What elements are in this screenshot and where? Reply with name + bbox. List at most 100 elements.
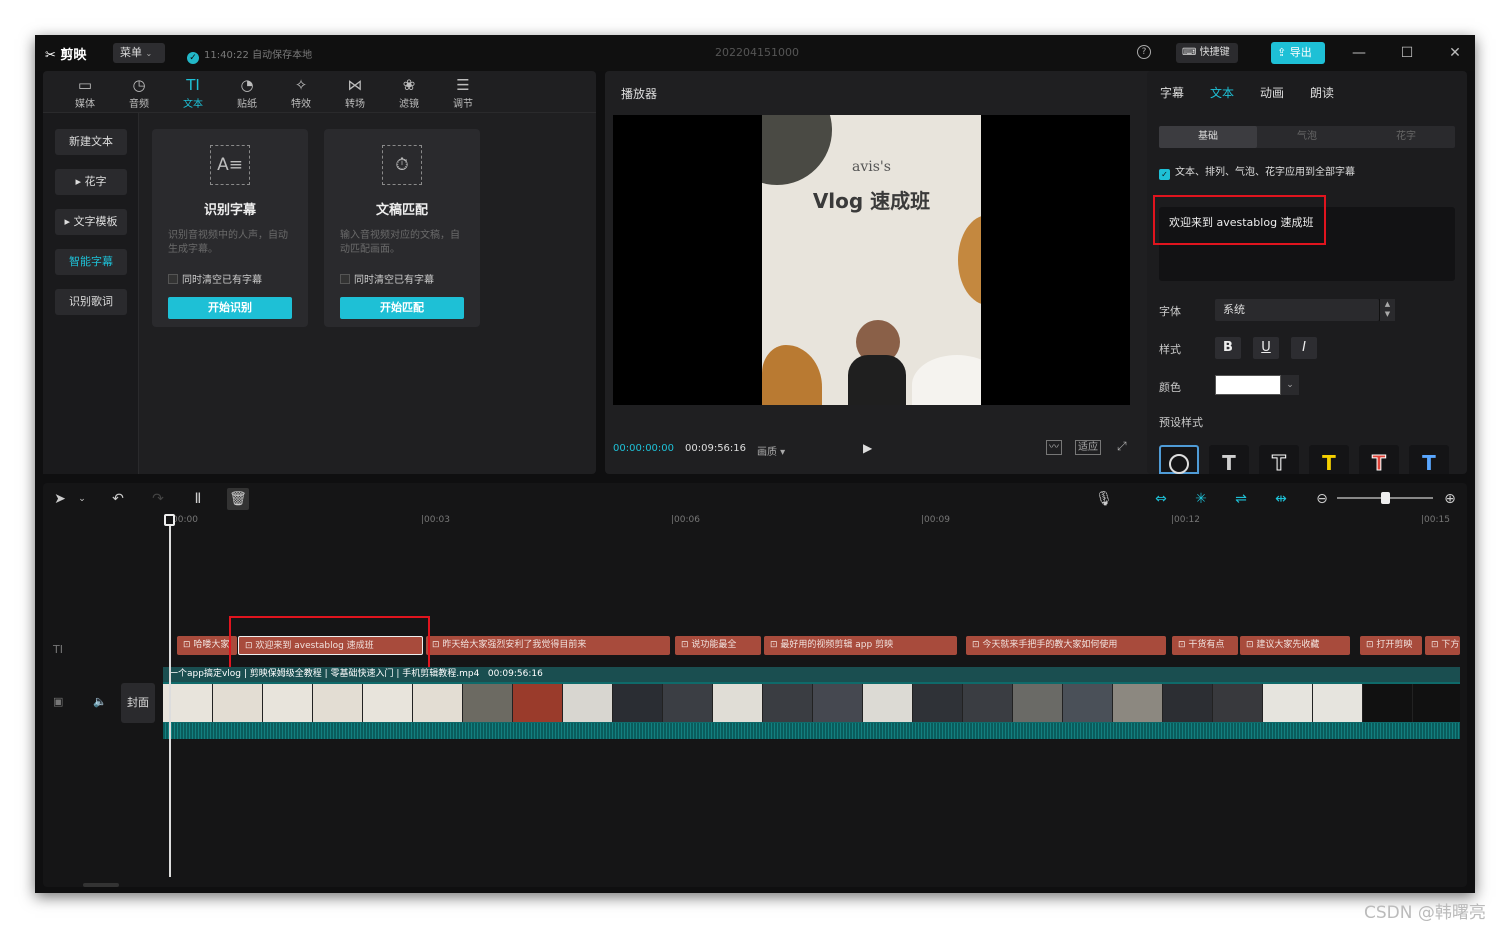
project-title: 202204151000 — [715, 46, 799, 59]
subtitle-clip[interactable]: ⊡ 下方 — [1425, 636, 1460, 655]
tab-transition[interactable]: ⋈ 转场 — [333, 75, 377, 110]
subtitle-clip[interactable]: ⊡ 最好用的视频剪辑 app 剪映 — [764, 636, 957, 655]
subtitle-clip[interactable]: ⊡ 打开剪映 — [1360, 636, 1422, 655]
zoom-in-icon[interactable]: ⊕ — [1439, 488, 1461, 510]
tab-text[interactable]: TI 文本 — [171, 75, 215, 110]
text-clip-icon: ⊡ — [1178, 640, 1189, 650]
play-icon[interactable]: ▶ — [863, 441, 872, 455]
playhead[interactable] — [169, 515, 171, 877]
subtitle-clip[interactable]: ⊡ 哈喽大家 — [177, 636, 237, 655]
tab-subtitle[interactable]: 字幕 — [1160, 84, 1184, 101]
bold-button[interactable]: B — [1215, 337, 1241, 359]
playhead-handle[interactable] — [164, 514, 175, 526]
video-track-clip[interactable]: 一个app搞定vlog | 剪映保姆级全教程 | 零基础快速入门 | 手机剪辑教… — [163, 667, 1460, 739]
minimize-icon[interactable]: — — [1349, 43, 1369, 63]
segment-bubble[interactable]: 气泡 — [1258, 126, 1356, 148]
text-clip-icon: ⊡ — [183, 640, 194, 650]
color-swatch[interactable] — [1215, 375, 1281, 395]
sidebar-item-lyrics[interactable]: 识别歌词 — [55, 289, 127, 315]
chevron-down-icon[interactable]: ⌄ — [71, 488, 93, 510]
clear-subtitle-checkbox[interactable]: 同时清空已有字幕 — [168, 271, 262, 286]
italic-button[interactable]: I — [1291, 337, 1317, 359]
main-track-magnet-icon[interactable]: ⇔ — [1150, 488, 1172, 510]
text-clip-icon: ⊡ — [770, 640, 781, 650]
sidebar-item-fancy-text[interactable]: ▸ 花字 — [55, 169, 127, 195]
watermark: CSDN @韩曙亮 — [1364, 903, 1486, 923]
cover-button[interactable]: 封面 — [121, 683, 155, 723]
clip-label: 干货有点 — [1188, 640, 1225, 650]
fullscreen-icon[interactable]: ⤢ — [1117, 439, 1127, 454]
shortcut-button[interactable]: ⌨ 快捷键 — [1176, 43, 1238, 63]
preset-none[interactable] — [1159, 445, 1199, 474]
highlight-box — [229, 616, 430, 674]
segment-basic[interactable]: 基础 — [1159, 126, 1257, 148]
split-icon[interactable]: Ⅱ — [187, 488, 209, 510]
avatar-body — [848, 355, 906, 405]
tab-audio[interactable]: ◷ 音频 — [117, 75, 161, 110]
underline-button[interactable]: U — [1253, 337, 1279, 359]
preset-red[interactable]: T — [1359, 445, 1399, 476]
time-ruler[interactable]: 00:00 |00:03 |00:06 |00:09 |00:12 |00:15 — [43, 515, 1467, 529]
sidebar-item-new-text[interactable]: 新建文本 — [55, 129, 127, 155]
shortcut-label: 快捷键 — [1199, 47, 1230, 58]
preset-blue[interactable]: T — [1409, 445, 1449, 475]
preset-outline[interactable]: T — [1259, 445, 1299, 476]
effects-icon: ✧ — [294, 76, 308, 94]
horizontal-scrollbar[interactable] — [83, 883, 119, 887]
app-window: ✂ 剪映 菜单 ⌄ ✓ 11:40:22 自动保存本地 202204151000 … — [35, 35, 1475, 893]
apply-all-checkbox[interactable]: ✓ 文本、排列、气泡、花字应用到全部字幕 — [1159, 163, 1355, 180]
segment-fancy[interactable]: 花字 — [1357, 126, 1455, 148]
tab-media[interactable]: ▭ 媒体 — [63, 75, 107, 110]
tab-filter[interactable]: ❀ 滤镜 — [387, 75, 431, 110]
thumbnail — [263, 684, 313, 722]
tab-animation[interactable]: 动画 — [1260, 84, 1284, 101]
text-clip-icon: ⊡ — [1246, 640, 1257, 650]
ruler-tick: |00:09 — [921, 515, 950, 525]
subtitle-clip[interactable]: ⊡ 建议大家先收藏 — [1240, 636, 1350, 655]
delete-icon[interactable]: 🗑 — [227, 488, 249, 510]
tab-text-props[interactable]: 文本 — [1210, 84, 1234, 101]
link-icon[interactable]: ⇌ — [1230, 488, 1252, 510]
tab-read-aloud[interactable]: 朗读 — [1310, 84, 1334, 101]
export-button[interactable]: ⇪ 导出 — [1271, 42, 1325, 64]
apply-all-label: 文本、排列、气泡、花字应用到全部字幕 — [1175, 167, 1355, 178]
menu-button[interactable]: 菜单 ⌄ — [113, 43, 165, 63]
maximize-icon[interactable]: ☐ — [1397, 43, 1417, 63]
font-spinner[interactable]: ▲ ▼ — [1379, 299, 1395, 321]
player-screen[interactable]: avis's Vlog 速成班 — [613, 115, 1130, 405]
font-select[interactable]: 系统 — [1215, 299, 1379, 321]
waveform-icon[interactable]: 〰 — [1046, 440, 1062, 455]
preview-axis-icon[interactable]: ⇹ — [1270, 488, 1292, 510]
tab-effects[interactable]: ✧ 特效 — [279, 75, 323, 110]
fit-button[interactable]: 适应 — [1075, 440, 1101, 455]
start-recognize-button[interactable]: 开始识别 — [168, 297, 292, 319]
tab-sticker[interactable]: ◔ 贴纸 — [225, 75, 269, 110]
auto-snap-icon[interactable]: ✳ — [1190, 488, 1212, 510]
zoom-slider-knob[interactable] — [1381, 492, 1390, 504]
start-match-button[interactable]: 开始匹配 — [340, 297, 464, 319]
subtitle-clip[interactable]: ⊡ 干货有点 — [1172, 636, 1238, 655]
subtitle-clip[interactable]: ⊡ 今天就来手把手的教大家如何使用 — [966, 636, 1166, 655]
microphone-icon[interactable]: 🎙 — [1093, 488, 1115, 510]
decor-shape — [762, 345, 822, 405]
preset-yellow[interactable]: T — [1309, 445, 1349, 475]
subtitle-clip[interactable]: ⊡ 说功能最全 — [675, 636, 761, 655]
select-cursor-icon[interactable]: ➤ — [49, 488, 71, 510]
tab-adjust[interactable]: ☰ 调节 — [441, 75, 485, 110]
close-icon[interactable]: ✕ — [1445, 43, 1465, 63]
preset-white[interactable]: T — [1209, 445, 1249, 475]
chevron-down-icon[interactable]: ⌄ — [1281, 375, 1299, 395]
zoom-out-icon[interactable]: ⊖ — [1311, 488, 1333, 510]
subtitle-clip[interactable]: ⊡ 昨天给大家强烈安利了我觉得目前来 — [426, 636, 670, 655]
redo-icon[interactable]: ↷ — [147, 488, 169, 510]
audio-mute-icon[interactable]: 🔈 — [93, 695, 107, 708]
thumbnail — [1163, 684, 1213, 722]
quality-dropdown[interactable]: 画质 ▾ — [757, 443, 785, 458]
ruler-tick: |00:03 — [421, 515, 450, 525]
clear-subtitle-checkbox[interactable]: 同时清空已有字幕 — [340, 271, 434, 286]
help-icon[interactable]: ? — [1137, 45, 1151, 59]
sidebar-item-smart-subtitle[interactable]: 智能字幕 — [55, 249, 127, 275]
undo-icon[interactable]: ↶ — [107, 488, 129, 510]
decor-shape — [912, 355, 981, 405]
sidebar-item-text-template[interactable]: ▸ 文字模板 — [55, 209, 127, 235]
